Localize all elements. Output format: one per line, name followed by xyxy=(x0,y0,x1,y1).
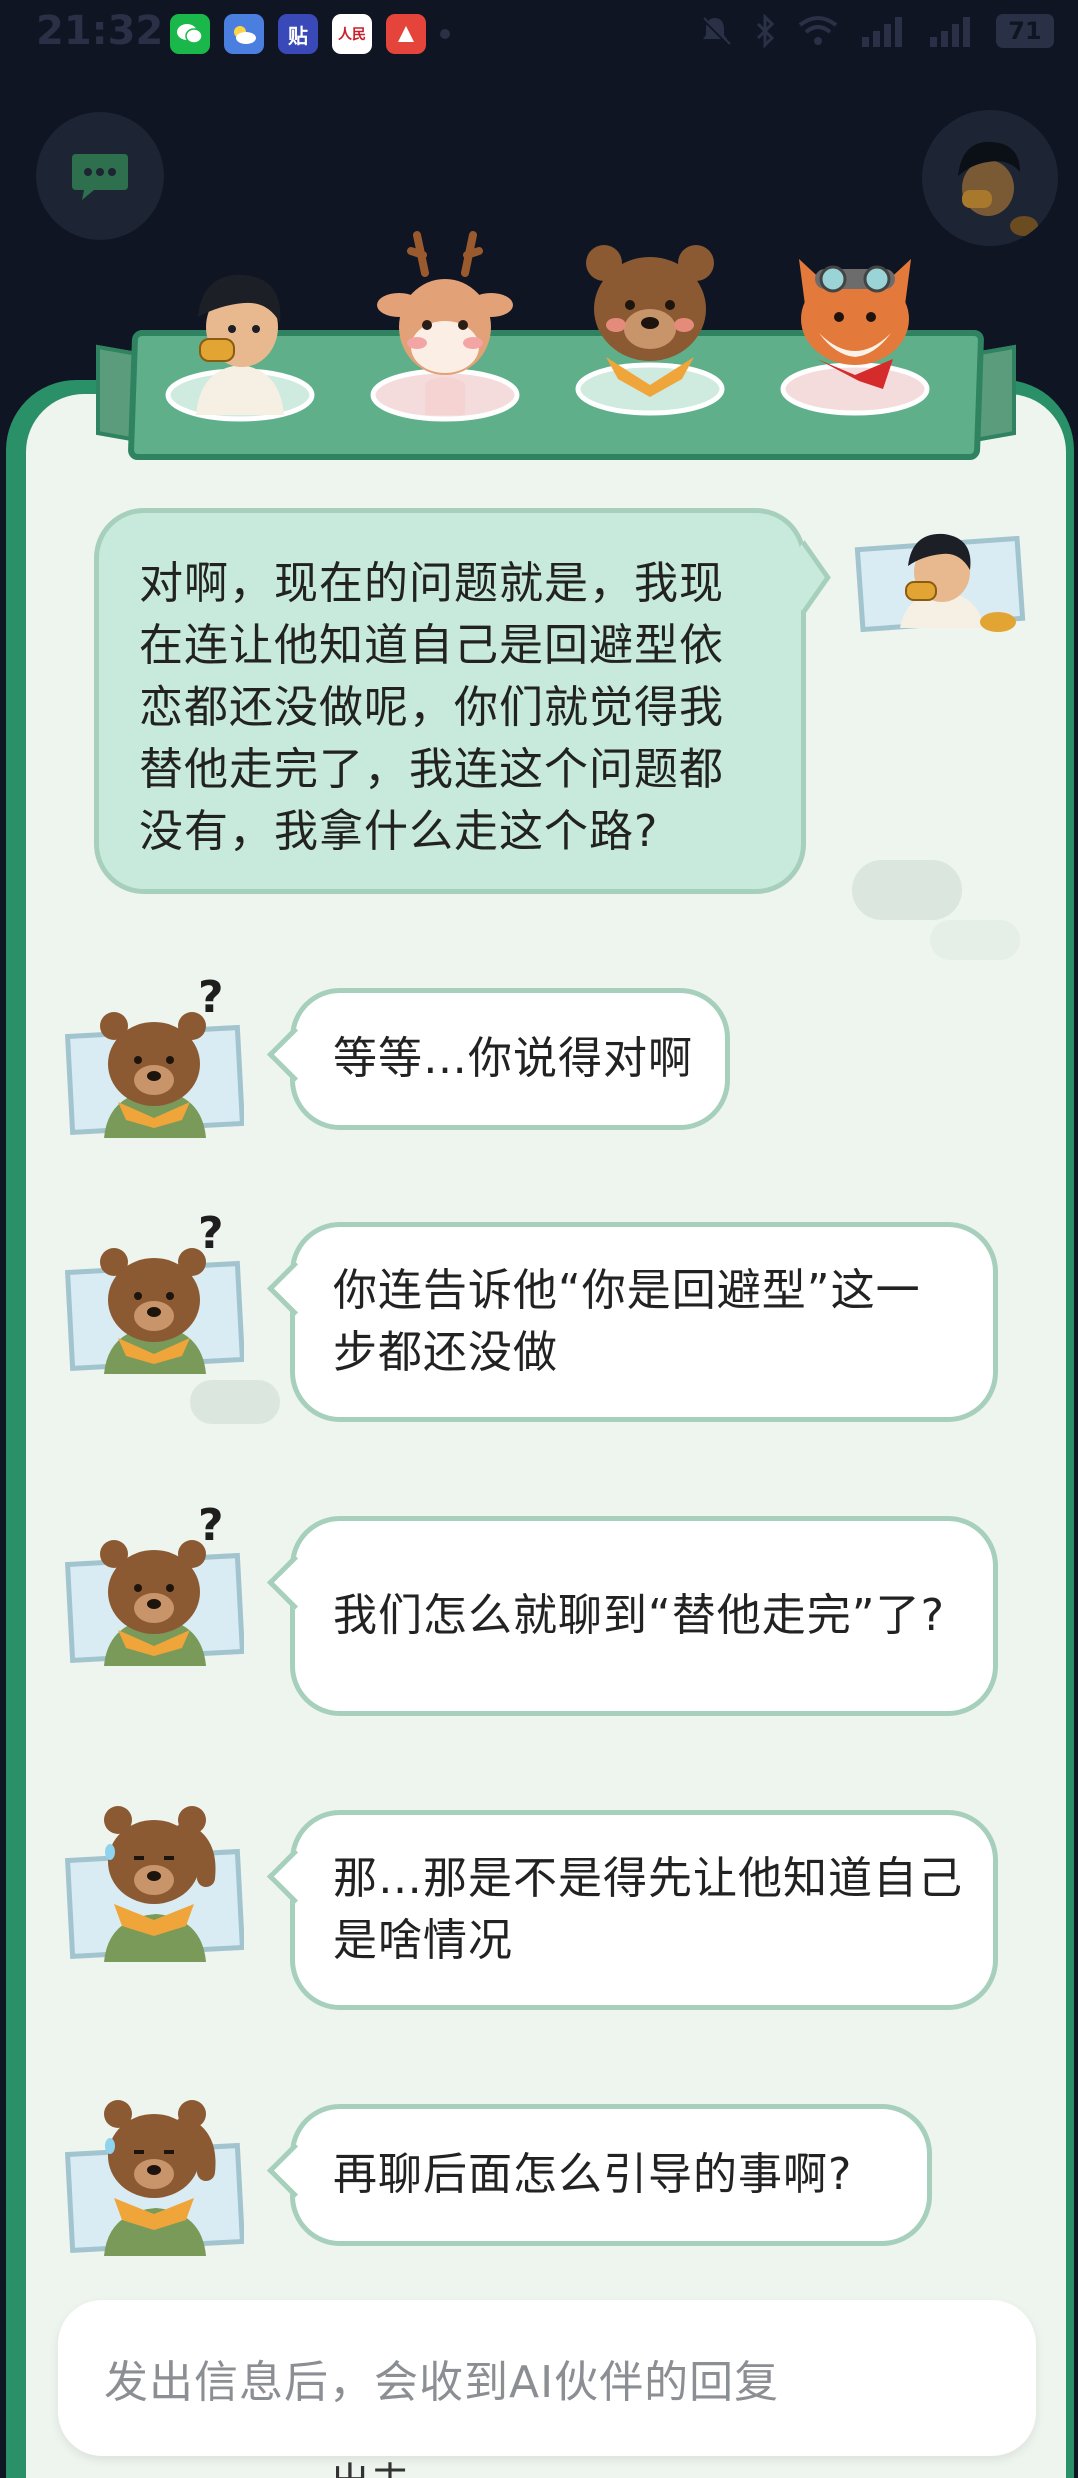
user-avatar[interactable] xyxy=(850,518,1030,638)
bot-message-bubble: 我们怎么就聊到“替他走完”了? xyxy=(290,1516,998,1716)
cloud-decoration xyxy=(190,1380,280,1424)
system-icons: 71 xyxy=(698,14,1054,48)
chat-bubble-icon xyxy=(72,154,128,200)
svg-text:?: ? xyxy=(198,1208,224,1259)
input-placeholder: 发出信息后，会收到AI伙伴的回复 xyxy=(104,2357,780,2408)
bear-confused-icon: ? xyxy=(64,1500,246,1666)
bluetooth-icon xyxy=(756,14,775,48)
signal-icon-2 xyxy=(930,17,970,47)
bear-avatar[interactable]: ? xyxy=(64,1496,246,1666)
boy-character[interactable] xyxy=(160,255,320,455)
cut-off-text: 出去 xyxy=(330,2450,410,2478)
bear-avatar[interactable] xyxy=(64,1792,246,1962)
battery-indicator: 71 xyxy=(996,14,1054,48)
app-icon xyxy=(386,14,426,54)
user-message-text: 对啊，现在的问题就是，我现在连让他知道自己是回避型依恋都还没做呢，你们就觉得我替… xyxy=(139,558,724,857)
svg-text:?: ? xyxy=(198,972,224,1023)
weather-icon xyxy=(224,14,264,54)
tieba-icon: 贴 xyxy=(278,14,318,54)
status-time: 21:32 xyxy=(36,8,164,54)
bot-message-text: 我们怎么就聊到“替他走完”了? xyxy=(333,1590,945,1641)
chat-toggle-button[interactable] xyxy=(36,112,164,240)
mute-icon xyxy=(700,16,731,46)
character-row xyxy=(150,215,970,425)
bear-sweating-icon xyxy=(64,1806,246,1962)
bot-message-text: 那…那是不是得先让他知道自己是啥情况 xyxy=(333,1853,963,1966)
status-bar: 21:32 贴 人民 71 xyxy=(0,0,1078,70)
cloud-decoration xyxy=(852,860,962,920)
deer-avatar-icon xyxy=(370,231,520,422)
boy-avatar-icon xyxy=(165,274,315,422)
fox-character[interactable] xyxy=(775,239,935,439)
fox-avatar-icon xyxy=(780,259,930,416)
bear-confused-icon: ? xyxy=(64,972,246,1138)
wechat-icon xyxy=(170,14,210,54)
bot-message-bubble: 你连告诉他“你是回避型”这一步都还没做 xyxy=(290,1222,998,1422)
more-notifications-dot xyxy=(440,29,450,39)
notification-icons: 贴 人民 xyxy=(170,14,450,54)
bear-avatar[interactable]: ? xyxy=(64,968,246,1138)
bear-character[interactable] xyxy=(570,229,730,429)
bear-sweating-icon xyxy=(64,2100,246,2256)
bear-avatar[interactable]: ? xyxy=(64,1204,246,1374)
bear-avatar[interactable] xyxy=(64,2086,246,2256)
bear-avatar-icon xyxy=(575,245,725,416)
deer-character[interactable] xyxy=(365,215,525,422)
svg-text:?: ? xyxy=(198,1500,224,1551)
bot-message-text: 等等…你说得对啊 xyxy=(333,1033,693,1084)
message-input[interactable]: 发出信息后，会收到AI伙伴的回复 xyxy=(58,2300,1036,2456)
bot-message-bubble: 那…那是不是得先让他知道自己是啥情况 xyxy=(290,1810,998,2010)
bear-confused-icon: ? xyxy=(64,1208,246,1374)
signal-icon xyxy=(862,17,902,47)
wifi-icon xyxy=(798,16,838,45)
bot-message-bubble: 等等…你说得对啊 xyxy=(290,988,730,1130)
peoples-daily-icon: 人民 xyxy=(332,14,372,54)
user-message-bubble: 对啊，现在的问题就是，我现在连让他知道自己是回避型依恋都还没做呢，你们就觉得我替… xyxy=(94,508,806,894)
bot-message-bubble: 再聊后面怎么引导的事啊? xyxy=(290,2104,932,2246)
bot-message-text: 再聊后面怎么引导的事啊? xyxy=(333,2149,853,2200)
boy-avatar-icon xyxy=(854,533,1026,633)
bot-message-text: 你连告诉他“你是回避型”这一步都还没做 xyxy=(333,1265,921,1378)
cloud-decoration xyxy=(930,920,1020,960)
